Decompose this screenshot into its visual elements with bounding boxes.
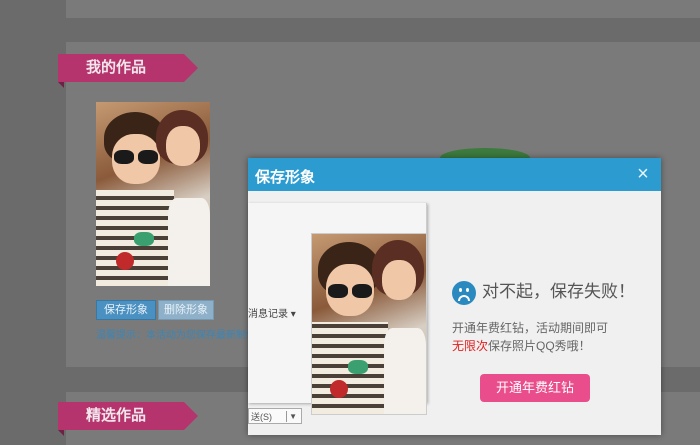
open-red-diamond-button[interactable]: 开通年费红钻 bbox=[480, 374, 590, 402]
delete-avatar-button[interactable]: 删除形象 bbox=[158, 300, 214, 320]
dialog-body: 消息记录 ▾ 送(S) ▼ 对不起，保存失败！ 开通年费红钻，活动期间即可 无限 bbox=[248, 191, 661, 435]
dialog-header: 保存形象 × bbox=[248, 158, 661, 191]
fail-message-line2: 无限次保存照片QQ秀哦！ bbox=[452, 339, 591, 353]
picked-works-title: 精选作品 bbox=[58, 402, 198, 436]
fail-title: 对不起，保存失败！ bbox=[482, 282, 635, 301]
dialog-title: 保存形象 bbox=[255, 169, 316, 186]
work-photo[interactable] bbox=[96, 102, 210, 286]
save-avatar-button[interactable]: 保存形象 bbox=[96, 300, 156, 320]
dialog-photo bbox=[311, 233, 427, 415]
tip-text: 温馨提示：本活动为您保存最新制作 bbox=[96, 330, 248, 341]
top-panel bbox=[66, 0, 700, 18]
fail-message-line1: 开通年费红钻，活动期间即可 bbox=[452, 321, 609, 335]
unlimited-highlight: 无限次 bbox=[452, 339, 489, 353]
message-history-menu[interactable]: 消息记录 ▾ bbox=[248, 305, 296, 320]
save-dialog: 保存形象 × 消息记录 ▾ 送(S) ▼ 对不起，保存失败！ 开通年费红钻，活动… bbox=[248, 158, 661, 435]
chevron-down-icon[interactable]: ▼ bbox=[289, 409, 297, 425]
my-works-title: 我的作品 bbox=[58, 54, 198, 88]
sad-face-icon bbox=[452, 281, 476, 305]
close-icon[interactable]: × bbox=[635, 164, 651, 184]
send-button[interactable]: 送(S) ▼ bbox=[248, 408, 302, 424]
